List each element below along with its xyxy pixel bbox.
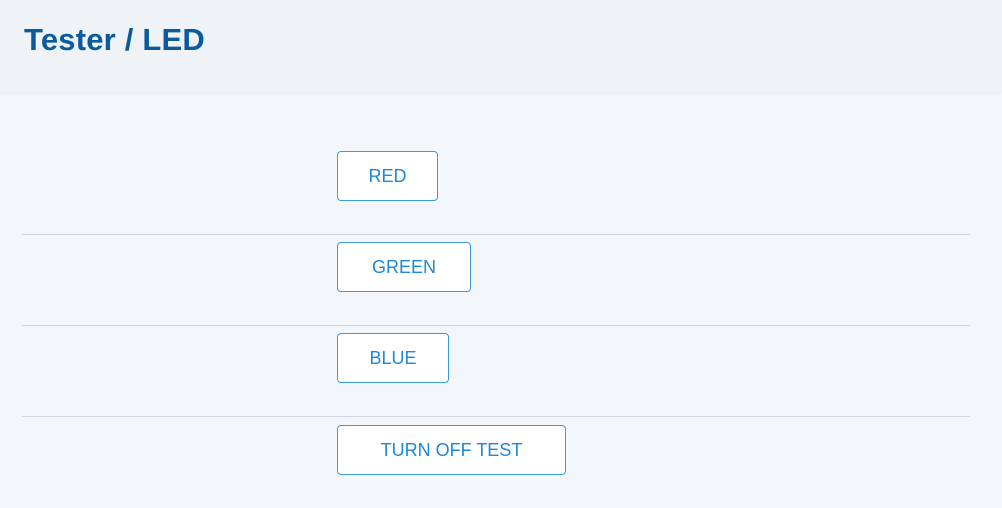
page-header: Tester / LED	[0, 0, 1002, 92]
led-test-list: RED GREEN BLUE TURN OFF TEST	[22, 94, 970, 508]
turn-off-test-button[interactable]: TURN OFF TEST	[337, 425, 566, 475]
page-title: Tester / LED	[24, 22, 205, 57]
green-button[interactable]: GREEN	[337, 242, 471, 292]
blue-button[interactable]: BLUE	[337, 333, 449, 383]
divider	[22, 325, 970, 326]
divider	[22, 416, 970, 417]
divider	[22, 234, 970, 235]
red-button[interactable]: RED	[337, 151, 438, 201]
